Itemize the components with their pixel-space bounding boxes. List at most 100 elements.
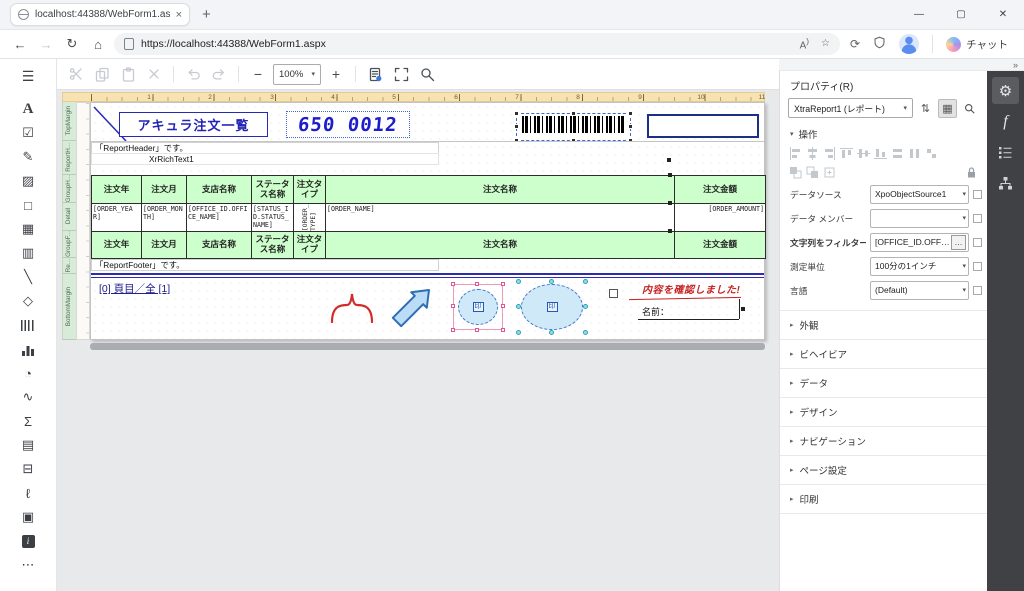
browser-tab[interactable]: localhost:44388/WebForm1.aspx × [10, 3, 190, 26]
footer-cell[interactable]: 支店名称 [187, 232, 251, 258]
sort-alphabetical-button[interactable]: ⇅ [916, 99, 935, 118]
more-tools-icon[interactable]: ⋯ [0, 553, 56, 577]
footer-cell[interactable]: 注文タイプ [294, 232, 325, 258]
minimize-icon[interactable]: — [898, 0, 940, 29]
datasource-select[interactable]: XpoObjectSource1 ▾ [870, 185, 969, 204]
section-navigation[interactable]: ▸ナビゲーション [780, 426, 987, 455]
barcode-tool-icon[interactable] [0, 313, 56, 337]
label-tool-icon[interactable]: A [0, 97, 56, 121]
stamp-shape-control[interactable]: 印 [453, 284, 503, 330]
shape-tool-icon[interactable]: ◇ [0, 289, 56, 313]
datamember-select[interactable]: ▾ [870, 209, 969, 228]
menu-hamburger-icon[interactable]: ☰ [22, 63, 35, 89]
footer-cell[interactable]: 注文月 [142, 232, 186, 258]
report-footer-label[interactable]: 「ReportFooter」です。 [91, 259, 439, 271]
detail-cell[interactable]: [ORDER_AMOUNT] [675, 204, 765, 231]
band-report-footer[interactable]: Re... [62, 258, 76, 274]
line-tool-icon[interactable]: ╲ [0, 265, 56, 289]
property-checkbox[interactable] [973, 238, 982, 247]
subreport-tool-icon[interactable]: ▣ [0, 505, 56, 529]
measure-unit-select[interactable]: 100分の1インチ ▾ [870, 257, 969, 276]
band-top-margin[interactable]: TopMargin [62, 102, 76, 141]
pagebreak-tool-icon[interactable]: ⊟ [0, 457, 56, 481]
section-design[interactable]: ▸デザイン [780, 397, 987, 426]
resize-handle[interactable] [667, 158, 671, 162]
align-center-icon[interactable] [806, 147, 819, 160]
validate-report-button[interactable] [364, 63, 386, 85]
band-bottom-margin[interactable]: BottomMargin [62, 274, 76, 340]
gauge-tool-icon[interactable]: ◔ [0, 361, 56, 385]
brace-shape-control[interactable] [328, 288, 376, 326]
header-cell[interactable]: ステータス名称 [252, 176, 293, 203]
properties-tab-icon[interactable]: ⚙ [992, 77, 1019, 104]
detail-cell[interactable]: [ORDER_MONTH] [142, 204, 186, 231]
zoom-out-button[interactable]: − [247, 63, 269, 85]
section-behavior[interactable]: ▸ビヘイビア [780, 339, 987, 368]
profile-avatar[interactable] [899, 34, 919, 54]
url-input[interactable]: https://localhost:44388/WebForm1.aspx A)… [114, 33, 840, 55]
close-icon[interactable]: ✕ [982, 0, 1024, 29]
maximize-icon[interactable]: ▢ [940, 0, 982, 29]
align-middle-icon[interactable] [857, 147, 870, 160]
favorite-star-icon[interactable]: ☆ [821, 38, 830, 49]
band-detail[interactable]: Detail [62, 203, 76, 231]
copilot-chat-button[interactable]: チャット [946, 37, 1008, 52]
section-page-settings[interactable]: ▸ページ設定 [780, 455, 987, 484]
fullscreen-button[interactable] [390, 63, 412, 85]
footer-cell[interactable]: ステータス名称 [252, 232, 293, 258]
table-tool-icon[interactable]: ▦ [0, 217, 56, 241]
header-cell[interactable]: 注文名称 [326, 176, 674, 203]
footer-cell[interactable]: 注文年 [92, 232, 141, 258]
report-page[interactable]: アキュラ注文一覧 650 0012 「ReportHeader」です。 XrRi… [90, 102, 765, 340]
paste-button[interactable] [117, 63, 139, 85]
selected-object-select[interactable]: XtraReport1 (レポート) ▾ [788, 98, 913, 118]
collections-icon[interactable]: ⟳ [850, 37, 860, 51]
refresh-icon[interactable]: ↻ [62, 36, 82, 52]
header-cell[interactable]: 注文月 [142, 176, 186, 203]
name-underline-control[interactable] [638, 319, 739, 320]
confirm-checkbox[interactable] [609, 289, 618, 298]
expressions-tab-icon[interactable]: f [992, 108, 1019, 135]
stamp-shape-control[interactable]: 印 [519, 282, 585, 332]
collapse-panel-icon[interactable]: » [1013, 60, 1018, 70]
align-bottom-icon[interactable] [874, 147, 887, 160]
band-report-header[interactable]: ReportH... [62, 141, 76, 175]
lock-icon[interactable] [965, 166, 978, 179]
redo-button[interactable] [208, 63, 230, 85]
name-label[interactable]: 名前： [642, 305, 669, 318]
barcode-control[interactable] [516, 113, 631, 141]
header-cell[interactable]: 注文タイプ [294, 176, 325, 203]
detail-cell[interactable]: [STATUS_ID.STATUS_NAME] [252, 204, 293, 231]
field-list-tab-icon[interactable] [992, 139, 1019, 166]
resize-handle[interactable] [668, 173, 672, 177]
header-cell[interactable]: 注文金額 [675, 176, 765, 203]
picturebox-tool-icon[interactable]: ▨ [0, 169, 56, 193]
property-checkbox[interactable] [973, 262, 982, 271]
browser-essentials-icon[interactable] [873, 36, 886, 52]
home-icon[interactable]: ⌂ [88, 37, 108, 52]
summary-tool-icon[interactable]: Σ [0, 409, 56, 433]
separator-line-control[interactable] [91, 273, 764, 278]
zoom-select[interactable]: 100% ▾ [273, 64, 321, 85]
lcd-number-label[interactable]: 650 0012 [286, 111, 410, 138]
footer-cell[interactable]: 注文名称 [326, 232, 674, 258]
band-group-footer[interactable]: GroupF... [62, 231, 76, 258]
preview-search-button[interactable] [416, 63, 438, 85]
undo-button[interactable] [182, 63, 204, 85]
detail-cell[interactable]: [ORDER_NAME] [326, 204, 674, 231]
tab-close-icon[interactable]: × [176, 9, 182, 21]
report-title-label[interactable]: アキュラ注文一覧 [119, 112, 268, 137]
language-select[interactable]: (Default) ▾ [870, 281, 969, 300]
horizontal-scrollbar[interactable] [90, 343, 765, 350]
section-operations[interactable]: ▾ 操作 [780, 118, 987, 144]
property-checkbox[interactable] [973, 214, 982, 223]
header-cell[interactable]: 支店名称 [187, 176, 251, 203]
signature-tool-icon[interactable]: ℓ [0, 481, 56, 505]
ellipsis-button[interactable]: … [951, 235, 966, 250]
section-print[interactable]: ▸印刷 [780, 484, 987, 513]
panel-tool-icon[interactable]: □ [0, 193, 56, 217]
detail-cell[interactable]: [ORDER_TYPE] [294, 204, 325, 231]
footer-cell[interactable]: 注文金額 [675, 232, 765, 258]
red-underline-control[interactable] [629, 297, 741, 300]
info-tool-icon[interactable]: i [0, 529, 56, 553]
